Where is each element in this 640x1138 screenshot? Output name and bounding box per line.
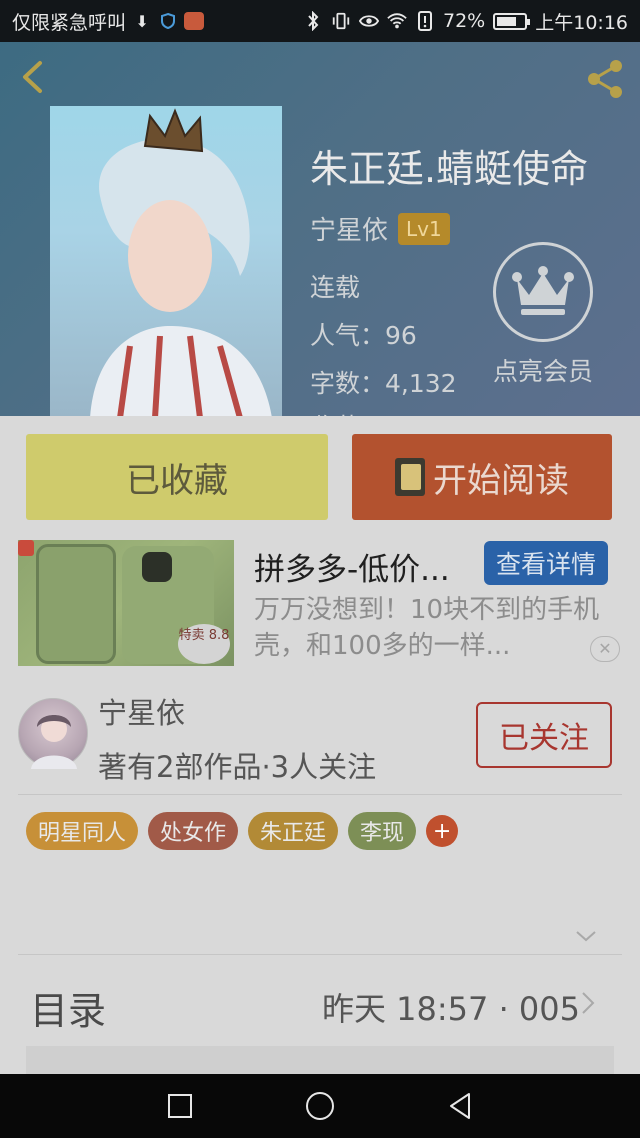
book-header: 朱正廷.蜻蜓使命 宁星依 Lv1 连载 人气：96 字数：4,132 收藏：1 … xyxy=(0,42,640,416)
camera-icon xyxy=(142,552,172,582)
vip-label: 点亮会员 xyxy=(492,357,593,386)
tag[interactable]: 明星同人 xyxy=(26,812,139,850)
carrier-text: 仅限紧急呼叫 xyxy=(12,11,127,34)
latest-chapter[interactable]: 昨天 18:57 · 005 xyxy=(322,984,580,1030)
author-card-name[interactable]: 宁星依 xyxy=(98,690,185,732)
book-cover-image[interactable] xyxy=(50,106,282,416)
word-count: 字数：4,132 xyxy=(310,369,457,398)
ad-title[interactable]: 拼多多-低价... xyxy=(254,544,462,589)
recent-apps-icon[interactable] xyxy=(165,1091,195,1121)
ad-image[interactable]: 特卖 8.8 xyxy=(18,540,234,666)
tag-list: 明星同人 处女作 朱正廷 李现 + xyxy=(26,812,459,850)
vip-button[interactable]: 点亮会员 xyxy=(488,242,598,388)
tag[interactable]: 李现 xyxy=(348,812,417,850)
level-badge: Lv1 xyxy=(398,212,450,245)
collect-count: 收藏：1 xyxy=(310,408,401,416)
tag[interactable]: 朱正廷 xyxy=(248,812,339,850)
download-icon: ⬇ xyxy=(135,11,149,31)
book-icon xyxy=(395,458,425,496)
ad-description[interactable]: 万万没想到！10块不到的手机壳，和100多的一样... xyxy=(254,592,604,664)
vibrate-icon xyxy=(331,11,351,31)
phone-case-image xyxy=(36,544,116,664)
share-icon[interactable] xyxy=(582,56,628,102)
follow-button[interactable]: 已关注 xyxy=(476,702,612,768)
back-arrow-icon[interactable] xyxy=(16,60,50,94)
alert-icon xyxy=(415,11,435,31)
battery-percent: 72% xyxy=(443,10,486,32)
collected-button[interactable]: 已收藏 xyxy=(26,434,328,520)
serial-status: 连载 xyxy=(310,273,361,302)
toc-label[interactable]: 目录 xyxy=(30,980,106,1035)
system-nav-bar xyxy=(0,1074,640,1138)
ad-detail-button[interactable]: 查看详情 xyxy=(484,541,608,585)
author-row: 宁星依 Lv1 xyxy=(310,210,450,247)
close-icon[interactable]: ✕ xyxy=(590,636,620,662)
divider xyxy=(18,794,622,795)
status-bar: 仅限紧急呼叫 ⬇ 72% 上午10:16 xyxy=(0,0,640,42)
avatar[interactable] xyxy=(18,698,88,769)
divider xyxy=(18,954,622,955)
chevron-down-icon[interactable] xyxy=(574,926,598,946)
start-reading-button[interactable]: 开始阅读 xyxy=(352,434,612,520)
vpn-icon xyxy=(158,11,178,31)
add-tag-button[interactable]: + xyxy=(426,815,459,847)
eye-icon xyxy=(359,11,379,31)
collected-label: 已收藏 xyxy=(126,460,228,501)
back-icon[interactable] xyxy=(445,1091,475,1121)
crown-icon xyxy=(493,242,593,342)
clock: 上午10:16 xyxy=(535,11,628,34)
home-icon[interactable] xyxy=(305,1091,335,1121)
start-reading-label: 开始阅读 xyxy=(433,460,569,501)
author-card-stats: 著有2部作品·3人关注 xyxy=(98,750,377,784)
tag[interactable]: 处女作 xyxy=(148,812,239,850)
author-name[interactable]: 宁星依 xyxy=(310,210,388,247)
popularity: 人气：96 xyxy=(310,321,417,350)
battery-icon xyxy=(493,12,531,30)
chevron-right-icon[interactable] xyxy=(580,990,596,1016)
ad-brand-icon xyxy=(18,540,34,556)
bluetooth-icon xyxy=(303,11,323,31)
chapter-list-preview xyxy=(26,1046,614,1074)
book-title: 朱正廷.蜻蜓使命 xyxy=(310,147,589,191)
wifi-icon xyxy=(387,11,407,31)
ad-price-badge: 特卖 8.8 xyxy=(178,624,230,664)
app-notification-icon xyxy=(184,12,205,30)
